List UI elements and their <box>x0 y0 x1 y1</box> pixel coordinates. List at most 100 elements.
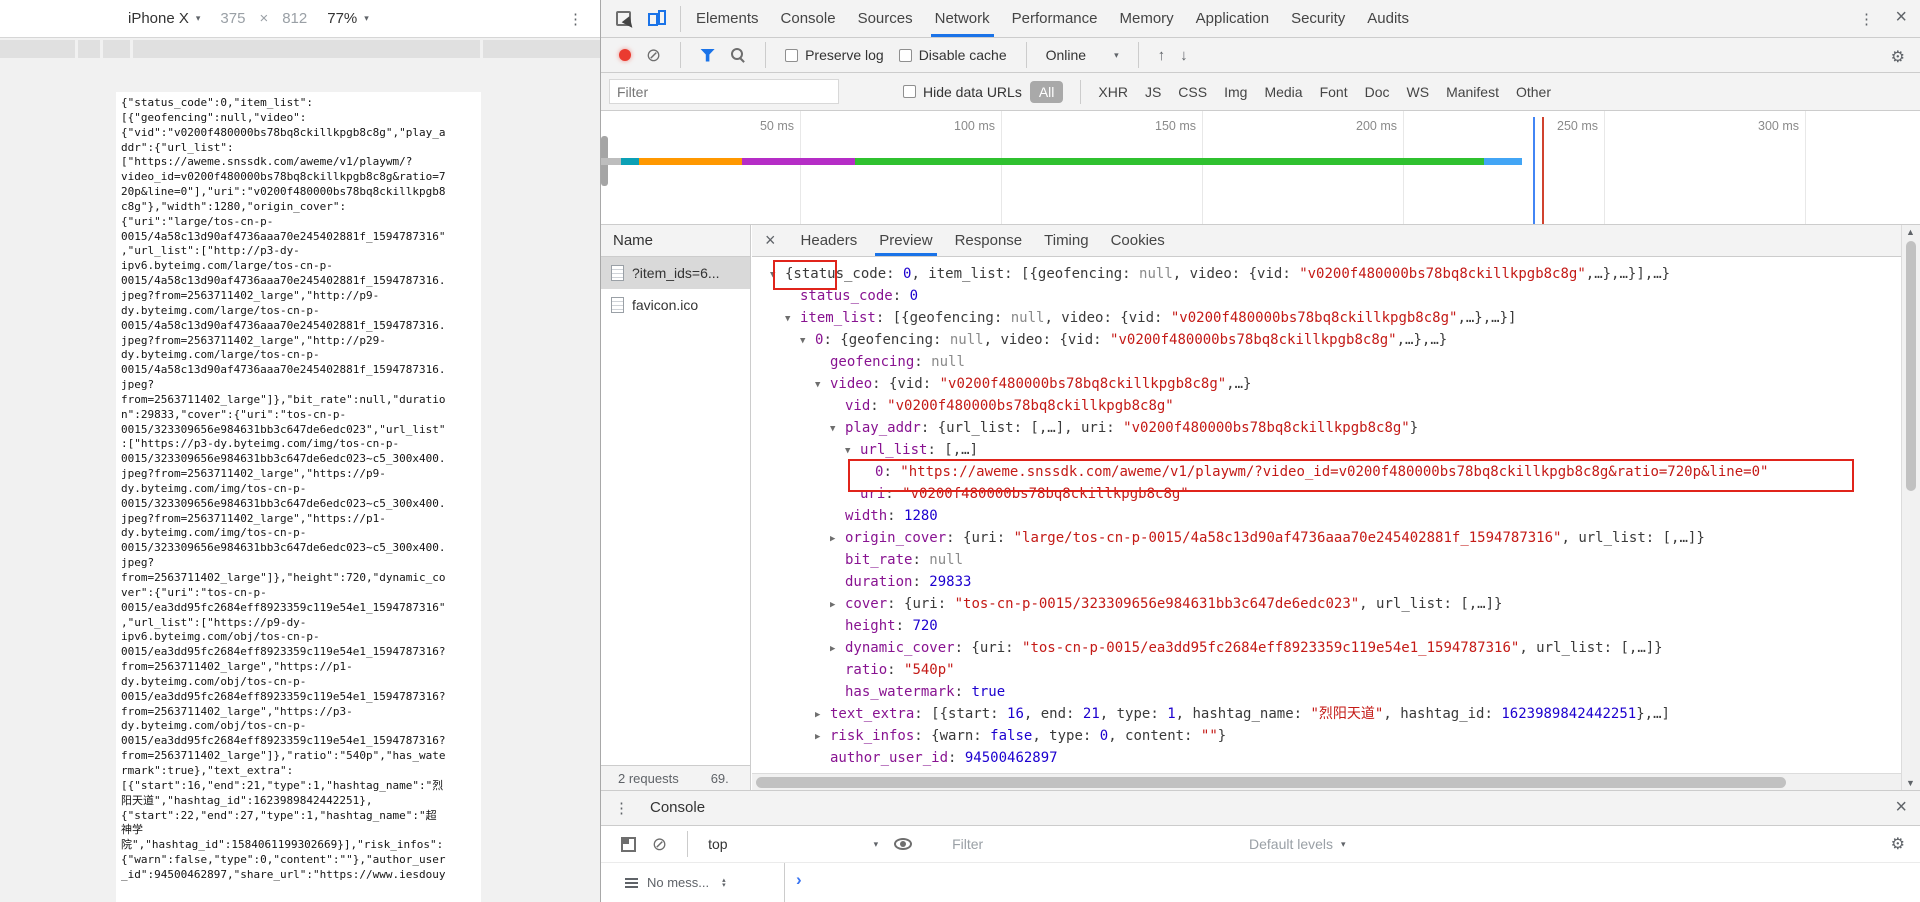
tree-expanded-icon[interactable]: ▼ <box>785 308 800 330</box>
zoom-selector[interactable]: 77% ▾ <box>327 10 369 27</box>
close-detail-icon[interactable]: × <box>752 230 790 251</box>
tree-row[interactable]: ▼item_list: [{geofencing: null, video: {… <box>752 307 1901 329</box>
tab-memory[interactable]: Memory <box>1109 0 1185 37</box>
tree-collapsed-icon[interactable]: ▶ <box>830 528 845 550</box>
tree-row[interactable]: ▶risk_infos: {warn: false, type: 0, cont… <box>752 725 1901 747</box>
tree-collapsed-icon[interactable]: ▶ <box>830 638 845 660</box>
record-network-log-icon[interactable] <box>619 49 631 61</box>
tree-row[interactable]: has_watermark: true <box>752 681 1901 703</box>
tree-row[interactable]: width: 1280 <box>752 505 1901 527</box>
tree-row[interactable]: height: 720 <box>752 615 1901 637</box>
tab-elements[interactable]: Elements <box>685 0 770 37</box>
device-toolbar-menu-icon[interactable]: ⋮ <box>568 10 583 28</box>
vertical-scrollbar[interactable]: ▲ ▼ <box>1901 225 1920 790</box>
tree-expanded-icon[interactable]: ▼ <box>845 440 860 462</box>
filter-funnel-icon[interactable] <box>700 49 715 62</box>
preserve-log-checkbox[interactable]: Preserve log <box>785 47 884 63</box>
chip-js[interactable]: JS <box>1145 84 1161 100</box>
tree-row[interactable]: duration: 29833 <box>752 571 1901 593</box>
device-selector[interactable]: iPhone X ▾ <box>128 10 200 27</box>
tree-expanded-icon[interactable]: ▼ <box>770 264 785 286</box>
console-settings-gear-icon[interactable]: ⚙ <box>1891 834 1905 854</box>
tree-row[interactable]: ▶text_extra: [{start: 16, end: 21, type:… <box>752 703 1901 725</box>
tree-expanded-icon[interactable]: ▼ <box>830 418 845 440</box>
viewport-width-field[interactable]: 375 <box>220 10 245 27</box>
viewport-height-field[interactable]: 812 <box>282 10 307 27</box>
live-expression-eye-icon[interactable] <box>894 838 912 850</box>
tree-row[interactable]: ▶origin_cover: {uri: "large/tos-cn-p-001… <box>752 527 1901 549</box>
device-toolbar-toggle-icon[interactable] <box>648 10 666 27</box>
checkbox-icon[interactable] <box>903 85 916 98</box>
console-sidebar[interactable]: No mess... ▴▾ <box>601 863 785 902</box>
console-filter-input[interactable]: Filter <box>952 836 983 852</box>
detail-tab-response[interactable]: Response <box>944 225 1034 256</box>
drawer-menu-icon[interactable]: ⋮ <box>601 799 638 817</box>
search-icon[interactable] <box>730 47 746 63</box>
name-column-header[interactable]: Name <box>601 225 750 257</box>
detail-tab-headers[interactable]: Headers <box>790 225 869 256</box>
tab-sources[interactable]: Sources <box>847 0 924 37</box>
request-row[interactable]: favicon.ico <box>601 289 750 321</box>
tab-console[interactable]: Console <box>638 791 717 825</box>
scrollbar-thumb[interactable] <box>756 777 1786 788</box>
log-levels-dropdown[interactable]: Default levels ▾ <box>1249 836 1346 852</box>
hide-data-urls-checkbox[interactable]: Hide data URLs <box>903 84 1022 100</box>
request-row[interactable]: ?item_ids=6... <box>601 257 750 289</box>
chip-other[interactable]: Other <box>1516 84 1551 100</box>
tree-row[interactable]: author_user_id: 94500462897 <box>752 747 1901 769</box>
chip-ws[interactable]: WS <box>1407 84 1430 100</box>
tree-row[interactable]: uri: "v0200f480000bs78bq8ckillkpgb8c8g" <box>752 483 1901 505</box>
tree-row[interactable]: ▼video: {vid: "v0200f480000bs78bq8ckillk… <box>752 373 1901 395</box>
execution-context-dropdown[interactable]: top ▾ <box>708 836 878 852</box>
devtools-menu-icon[interactable]: ⋮ <box>1859 10 1874 28</box>
chip-manifest[interactable]: Manifest <box>1446 84 1499 100</box>
chip-all[interactable]: All <box>1030 81 1064 103</box>
chip-css[interactable]: CSS <box>1178 84 1207 100</box>
tree-expanded-icon[interactable]: ▼ <box>815 374 830 396</box>
detail-tab-cookies[interactable]: Cookies <box>1100 225 1176 256</box>
tab-performance[interactable]: Performance <box>1001 0 1109 37</box>
frame-context-icon[interactable] <box>621 837 636 852</box>
import-har-icon[interactable]: ↑ <box>1158 47 1166 64</box>
tab-application[interactable]: Application <box>1185 0 1280 37</box>
resize-handle-icon[interactable]: ▴▾ <box>722 878 726 888</box>
tree-collapsed-icon[interactable]: ▶ <box>815 704 830 726</box>
inspect-element-icon[interactable] <box>616 11 631 26</box>
checkbox-icon[interactable] <box>899 49 912 62</box>
console-prompt-icon[interactable]: › <box>785 863 802 902</box>
tree-row[interactable]: ▼{status_code: 0, item_list: [{geofencin… <box>752 263 1901 285</box>
clear-console-icon[interactable]: ⊘ <box>652 835 667 853</box>
tree-row[interactable]: status_code: 0 <box>752 285 1901 307</box>
tree-row[interactable]: bit_rate: null <box>752 549 1901 571</box>
chip-font[interactable]: Font <box>1320 84 1348 100</box>
console-sidebar-icon[interactable] <box>625 878 638 880</box>
chip-xhr[interactable]: XHR <box>1098 84 1128 100</box>
chip-img[interactable]: Img <box>1224 84 1247 100</box>
checkbox-icon[interactable] <box>785 49 798 62</box>
tree-row[interactable]: 0: "https://aweme.snssdk.com/aweme/v1/pl… <box>752 461 1901 483</box>
tab-security[interactable]: Security <box>1280 0 1356 37</box>
chip-doc[interactable]: Doc <box>1365 84 1390 100</box>
tree-row[interactable]: ▼0: {geofencing: null, video: {vid: "v02… <box>752 329 1901 351</box>
scroll-up-icon[interactable]: ▲ <box>1906 227 1915 237</box>
tree-row[interactable]: geofencing: null <box>752 351 1901 373</box>
tab-audits[interactable]: Audits <box>1356 0 1420 37</box>
close-devtools-icon[interactable]: × <box>1895 6 1907 29</box>
tab-console[interactable]: Console <box>770 0 847 37</box>
clear-network-log-icon[interactable]: ⊘ <box>646 46 661 64</box>
tree-row[interactable]: ▼play_addr: {url_list: [,…], uri: "v0200… <box>752 417 1901 439</box>
network-filter-input[interactable] <box>609 79 839 104</box>
scroll-down-icon[interactable]: ▼ <box>1906 778 1915 788</box>
export-har-icon[interactable]: ↓ <box>1180 47 1188 64</box>
tree-row[interactable]: ▼url_list: [,…] <box>752 439 1901 461</box>
detail-tab-preview[interactable]: Preview <box>868 225 943 256</box>
scrollbar-thumb[interactable] <box>1906 241 1916 491</box>
disable-cache-checkbox[interactable]: Disable cache <box>899 47 1007 63</box>
tree-collapsed-icon[interactable]: ▶ <box>830 594 845 616</box>
tree-row[interactable]: ▶dynamic_cover: {uri: "tos-cn-p-0015/ea3… <box>752 637 1901 659</box>
tree-row[interactable]: ▶cover: {uri: "tos-cn-p-0015/323309656e9… <box>752 593 1901 615</box>
network-overview-timeline[interactable]: 50 ms100 ms150 ms200 ms250 ms300 ms <box>601 111 1920 225</box>
tree-row[interactable]: vid: "v0200f480000bs78bq8ckillkpgb8c8g" <box>752 395 1901 417</box>
tree-collapsed-icon[interactable]: ▶ <box>815 726 830 748</box>
tree-expanded-icon[interactable]: ▼ <box>800 330 815 352</box>
